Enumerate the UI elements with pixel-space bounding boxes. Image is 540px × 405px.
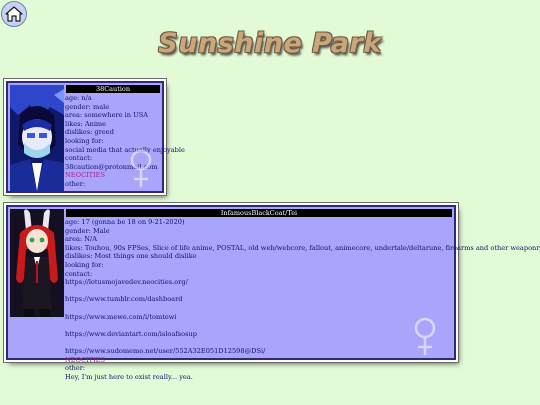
neocities-link[interactable]: NEOCITIES	[65, 171, 158, 180]
profile-likes: likes: Anime	[65, 119, 107, 128]
profile-contact-label: contact:	[65, 154, 93, 163]
profile-avatar	[10, 85, 64, 191]
profile-age: age: 17 (gonna be 18 on 9-21-2020)	[65, 218, 185, 226]
profile-contact-email[interactable]: 38caution@protonmail.com	[65, 163, 158, 172]
profile-name: InfamousBlackCoat/Tei	[66, 209, 452, 217]
profile-card: InfamousBlackCoat/Tei age: 17 (gonna be …	[6, 205, 540, 381]
neocities-link[interactable]: NEOCITIES	[65, 356, 450, 365]
profile-likes: likes: Touhou, 90s FPSes, Slice of life …	[65, 243, 540, 252]
profile-dislikes: dislikes: greed	[65, 128, 114, 137]
profile-info: age: n/a gender: male area: somewhere in…	[65, 94, 185, 189]
profile-card: 38Caution age: n/a gender: male area: so…	[6, 81, 185, 193]
profile-gender: gender: Male	[65, 226, 110, 235]
profile-age: age: n/a	[65, 94, 92, 102]
home-icon	[5, 6, 23, 22]
contact-link[interactable]: https://lotusmojavedev.neocities.org/	[65, 278, 450, 287]
profile-other-label: other:	[65, 179, 86, 188]
profile-looking-for-label: looking for:	[65, 136, 104, 145]
profile-other-text: Hey, I'm just here to exist really... ye…	[65, 372, 193, 381]
profile-info: age: 17 (gonna be 18 on 9-21-2020) gende…	[65, 218, 540, 381]
profile-looking-for-label: looking for:	[65, 260, 104, 269]
profile-looking-for: social media that actually enjoyable	[65, 145, 185, 154]
profile-name: 38Caution	[66, 85, 160, 93]
profile-area: area: N/A	[65, 235, 97, 244]
contact-link[interactable]: https://www.tumblr.com/dashboard	[65, 295, 450, 304]
profile-dislikes: dislikes: Most things one should dislike	[65, 252, 197, 261]
profile-contact-label: contact:	[65, 269, 93, 278]
profile-area: area: somewhere in USA	[65, 111, 148, 120]
profile-other-label: other:	[65, 364, 86, 373]
contact-link[interactable]: https://www.mewe.com/i/tomtewi	[65, 313, 450, 322]
home-button[interactable]	[1, 1, 27, 27]
site-title: Sunshine Park	[158, 28, 382, 59]
contact-link[interactable]: https://www.sudomemo.net/user/552A32E051…	[65, 347, 450, 356]
contact-link[interactable]: https://www.deviantart.com/isloafsosup	[65, 330, 450, 339]
profile-avatar	[10, 209, 64, 317]
profile-gender: gender: male	[65, 102, 110, 111]
